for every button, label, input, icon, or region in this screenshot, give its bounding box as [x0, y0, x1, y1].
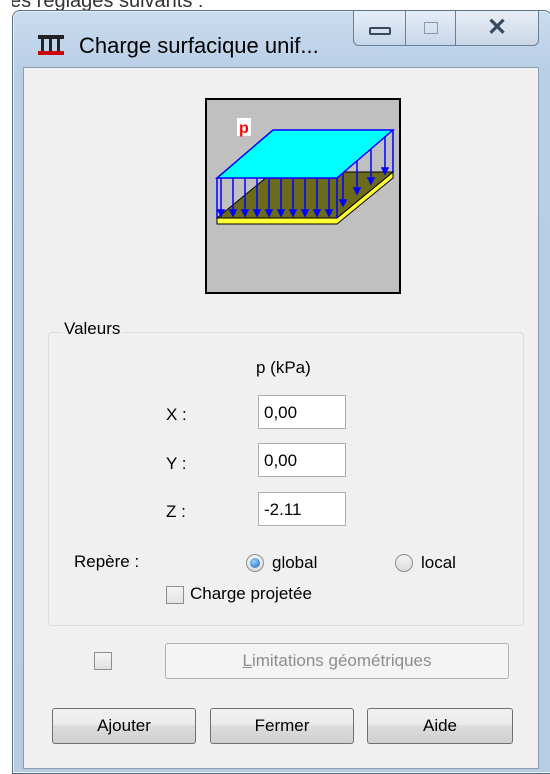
load-symbol-label: p	[239, 120, 249, 137]
help-button[interactable]: Aide	[367, 708, 513, 744]
surface-load-diagram: p	[214, 118, 396, 225]
values-group-title: Valeurs	[62, 319, 123, 339]
close-icon: ✕	[486, 14, 508, 41]
x-value-field[interactable]: 0,00	[258, 395, 346, 429]
y-label: Y :	[166, 454, 187, 473]
add-button[interactable]: Ajouter	[52, 708, 196, 744]
dialog-client-area: p Valeurs p (kPa) X : 0,00 Y : 0,00 Z : …	[23, 67, 539, 769]
surface-load-illustration: p	[205, 98, 401, 294]
z-label: Z :	[166, 502, 186, 521]
global-radio-label[interactable]: global	[272, 553, 317, 573]
limits-checkbox[interactable]	[94, 652, 112, 670]
minimize-button[interactable]	[353, 11, 407, 46]
maximize-icon	[424, 22, 438, 34]
global-radio[interactable]	[246, 554, 264, 572]
frame-label: Repère :	[74, 552, 140, 571]
pressure-column-header: p (kPa)	[256, 358, 311, 377]
geometric-limits-mnemonic: L	[242, 651, 252, 670]
local-radio-label[interactable]: local	[421, 553, 456, 573]
window-title: Charge surfacique unif...	[79, 33, 319, 58]
y-value-field[interactable]: 0,00	[258, 443, 346, 477]
local-radio[interactable]	[395, 554, 413, 572]
surface-load-app-icon	[38, 35, 64, 55]
projected-load-label[interactable]: Charge projetée	[190, 584, 312, 604]
geometric-limits-button[interactable]: Limitations géométriques	[165, 643, 509, 679]
projected-load-checkbox[interactable]	[166, 586, 184, 604]
geometric-limits-label: imitations géométriques	[251, 651, 432, 670]
title-bar[interactable]: Charge surfacique unif... ✕	[13, 11, 550, 67]
background-strip	[0, 0, 12, 772]
close-button[interactable]: Fermer	[210, 708, 354, 744]
close-window-button[interactable]: ✕	[455, 11, 539, 46]
maximize-button[interactable]	[405, 11, 457, 46]
z-value-field[interactable]: -2.11	[258, 492, 346, 526]
x-label: X :	[166, 405, 187, 424]
dialog-window: Charge surfacique unif... ✕ p Valeurs p …	[12, 10, 550, 774]
minimize-icon	[369, 27, 391, 36]
